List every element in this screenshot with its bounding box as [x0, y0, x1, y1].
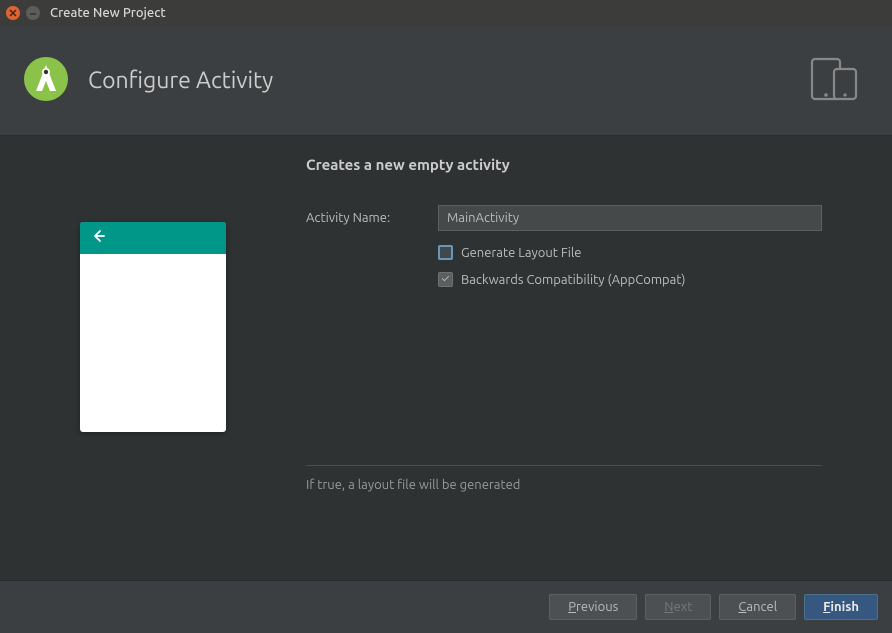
wizard-header: Configure Activity	[0, 26, 892, 136]
section-title: Creates a new empty activity	[306, 156, 822, 173]
backwards-compat-label: Backwards Compatibility (AppCompat)	[461, 273, 686, 287]
page-title: Configure Activity	[88, 68, 273, 93]
cancel-button[interactable]: Cancel	[719, 594, 796, 620]
backwards-compat-row[interactable]: ✓ Backwards Compatibility (AppCompat)	[438, 272, 822, 287]
back-arrow-icon	[90, 228, 106, 248]
activity-preview	[80, 222, 226, 432]
activity-name-input[interactable]	[438, 205, 822, 231]
finish-button[interactable]: Finish	[804, 594, 878, 620]
generate-layout-label: Generate Layout File	[461, 246, 581, 260]
window-titlebar: Create New Project	[0, 0, 892, 26]
wizard-content: Creates a new empty activity Activity Na…	[0, 136, 892, 580]
hint-text: If true, a layout file will be generated	[306, 478, 822, 492]
preview-appbar	[80, 222, 226, 254]
close-window-button[interactable]	[6, 6, 20, 20]
separator	[306, 465, 822, 466]
generate-layout-checkbox[interactable]	[438, 245, 453, 260]
activity-name-row: Activity Name:	[306, 205, 822, 231]
backwards-compat-checkbox[interactable]: ✓	[438, 272, 453, 287]
devices-icon	[806, 55, 862, 107]
previous-button[interactable]: Previous	[549, 594, 637, 620]
activity-name-label: Activity Name:	[306, 211, 438, 225]
generate-layout-row[interactable]: Generate Layout File	[438, 245, 822, 260]
minimize-window-button[interactable]	[26, 6, 40, 20]
form-pane: Creates a new empty activity Activity Na…	[306, 136, 892, 580]
window-title: Create New Project	[50, 6, 166, 20]
next-button: Next	[645, 594, 711, 620]
preview-pane	[0, 136, 306, 580]
wizard-footer: Previous Next Cancel Finish	[0, 580, 892, 633]
android-studio-icon	[22, 55, 70, 107]
